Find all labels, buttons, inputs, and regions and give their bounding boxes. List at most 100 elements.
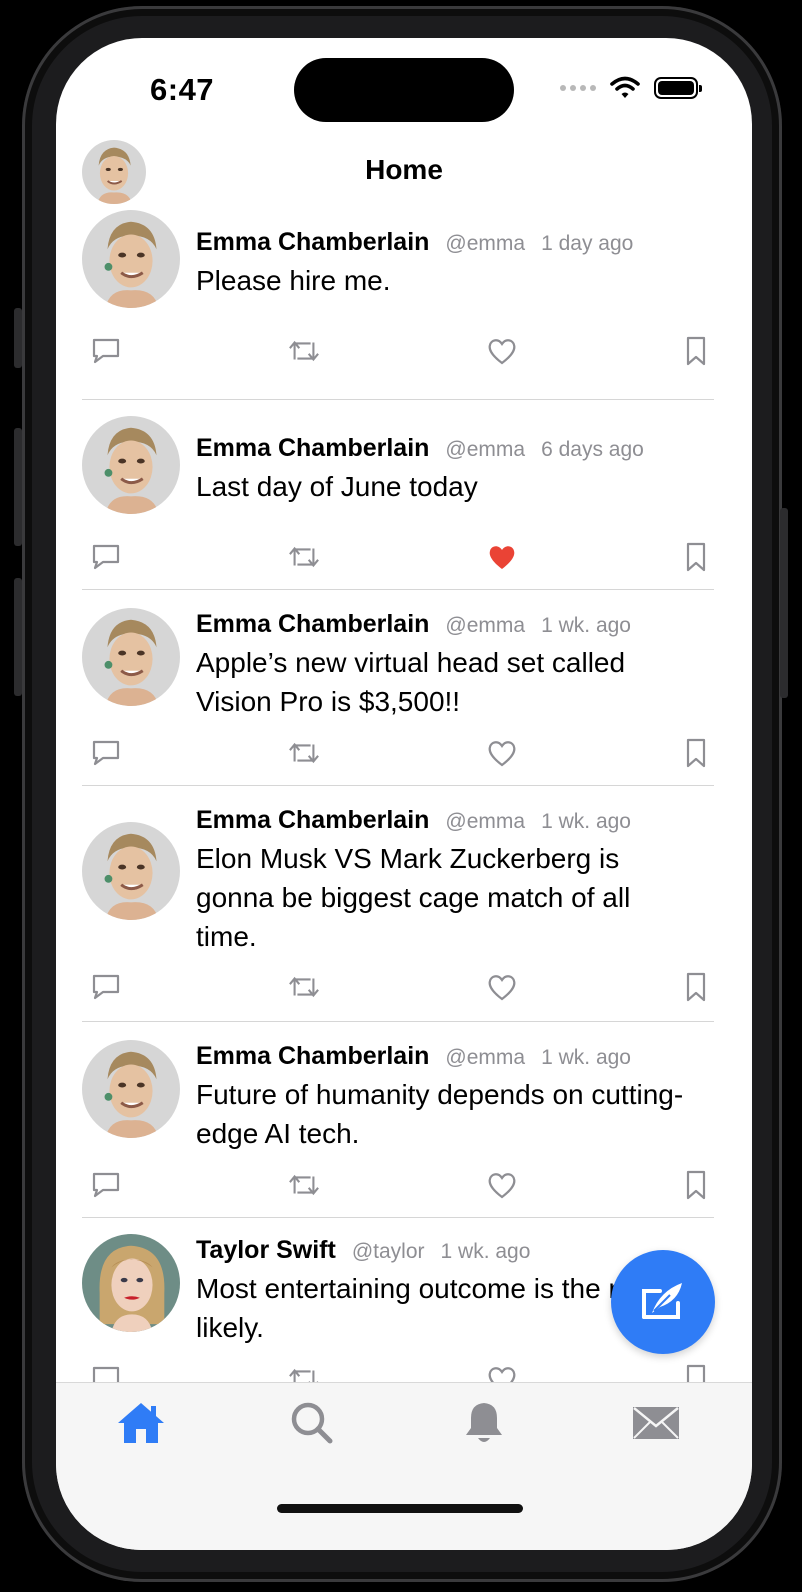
reply-button[interactable]: [90, 542, 122, 572]
reply-button[interactable]: [90, 336, 122, 366]
phone-side-button: [14, 578, 22, 696]
retweet-button[interactable]: [288, 542, 320, 572]
tweet-handle: @emma: [445, 810, 526, 833]
tweet-text: Last day of June today: [196, 471, 478, 502]
heart-icon: [488, 339, 516, 365]
status-bar: 6:47: [56, 38, 752, 138]
retweet-icon: [289, 546, 319, 568]
bookmark-icon: [686, 972, 706, 1002]
tweet-item[interactable]: Emma Chamberlain @emma 6 days ago Last d…: [82, 400, 714, 590]
comment-icon: [92, 974, 120, 1000]
bookmark-button[interactable]: [680, 738, 712, 768]
like-button[interactable]: [486, 1170, 518, 1200]
bell-icon: [466, 1403, 502, 1442]
tweet-author[interactable]: Emma Chamberlain: [196, 228, 429, 257]
bookmark-button[interactable]: [680, 1170, 712, 1200]
tweet-item[interactable]: Emma Chamberlain @emma 1 day ago Please …: [82, 210, 714, 400]
tweet-meta: Emma Chamberlain @emma 1 day ago: [196, 228, 714, 257]
tweet-item[interactable]: Emma Chamberlain @emma 1 wk. ago Apple’s…: [82, 590, 714, 786]
tweet-actions: [82, 972, 714, 1002]
tweet-item[interactable]: Emma Chamberlain @emma 1 wk. ago Future …: [82, 1022, 714, 1218]
compose-tweet-button[interactable]: [611, 1250, 715, 1354]
tweet-author[interactable]: Emma Chamberlain: [196, 610, 429, 639]
tweet-handle: @emma: [445, 232, 526, 255]
comment-icon: [92, 740, 120, 766]
home-indicator: [277, 1504, 523, 1513]
tab-messages[interactable]: [626, 1395, 686, 1451]
retweet-button[interactable]: [288, 738, 320, 768]
phone-side-button: [14, 308, 22, 368]
avatar[interactable]: [82, 1040, 180, 1138]
tweet-author[interactable]: Emma Chamberlain: [196, 806, 429, 835]
avatar[interactable]: [82, 1234, 180, 1332]
avatar[interactable]: [82, 210, 180, 308]
status-time: 6:47: [150, 72, 215, 107]
tweet-author[interactable]: Emma Chamberlain: [196, 1042, 429, 1071]
reply-button[interactable]: [90, 1170, 122, 1200]
envelope-icon: [633, 1407, 679, 1439]
avatar[interactable]: [82, 608, 180, 706]
cellular-signal-icon: [560, 85, 596, 91]
tweet-meta: Emma Chamberlain @emma 1 wk. ago: [196, 610, 714, 639]
tweet-author[interactable]: Emma Chamberlain: [196, 434, 429, 463]
dynamic-island: [294, 58, 514, 122]
tab-search[interactable]: [282, 1395, 342, 1451]
retweet-button[interactable]: [288, 1170, 320, 1200]
tab-notifications[interactable]: [454, 1395, 514, 1451]
nav-header: Home: [56, 138, 752, 210]
tweet-item[interactable]: Emma Chamberlain @emma 1 wk. ago Elon Mu…: [82, 786, 714, 1022]
avatar[interactable]: [82, 822, 180, 920]
tweet-text: Please hire me.: [196, 265, 391, 296]
bookmark-icon: [686, 738, 706, 768]
comment-icon: [92, 544, 120, 570]
tweet-timestamp: 1 wk. ago: [440, 1240, 531, 1263]
tweet-actions: [82, 336, 714, 366]
home-icon: [118, 1403, 164, 1443]
tweet-actions: [82, 542, 714, 572]
tab-bar: [56, 1382, 752, 1550]
heart-icon: [489, 546, 515, 569]
search-icon: [291, 1402, 333, 1444]
like-button[interactable]: [486, 972, 518, 1002]
tweet-handle: @emma: [445, 1046, 526, 1069]
reply-button[interactable]: [90, 738, 122, 768]
heart-icon: [488, 1173, 516, 1199]
tweet-text: Elon Musk VS Mark Zuckerberg is gonna be…: [196, 843, 631, 952]
retweet-icon: [289, 340, 319, 362]
heart-icon: [488, 741, 516, 767]
tweet-author[interactable]: Taylor Swift: [196, 1236, 336, 1265]
retweet-button[interactable]: [288, 336, 320, 366]
bookmark-icon: [686, 336, 706, 366]
bookmark-icon: [686, 542, 706, 572]
retweet-button[interactable]: [288, 972, 320, 1002]
bookmark-button[interactable]: [680, 336, 712, 366]
page-title: Home: [365, 154, 443, 185]
tweet-handle: @emma: [445, 614, 526, 637]
reply-button[interactable]: [90, 972, 122, 1002]
battery-icon: [654, 77, 702, 99]
phone-side-button: [780, 508, 788, 698]
tweet-text: Apple’s new virtual head set called Visi…: [196, 647, 626, 717]
tweet-timestamp: 1 wk. ago: [541, 1046, 631, 1069]
tweet-timestamp: 1 wk. ago: [541, 614, 631, 637]
tweet-handle: @emma: [445, 438, 526, 461]
tweet-meta: Emma Chamberlain @emma 1 wk. ago: [196, 1042, 714, 1071]
retweet-icon: [289, 1174, 319, 1196]
like-button[interactable]: [486, 542, 518, 572]
like-button[interactable]: [486, 738, 518, 768]
bookmark-button[interactable]: [680, 542, 712, 572]
tweet-meta: Emma Chamberlain @emma 6 days ago: [196, 434, 714, 463]
comment-icon: [92, 338, 120, 364]
phone-side-button: [14, 428, 22, 546]
retweet-icon: [289, 976, 319, 998]
bookmark-button[interactable]: [680, 972, 712, 1002]
tweet-timestamp: 1 wk. ago: [541, 810, 631, 833]
avatar[interactable]: [82, 416, 180, 514]
tweet-text: Future of humanity depends on cutting-ed…: [196, 1079, 684, 1149]
tweet-handle: @taylor: [351, 1240, 425, 1263]
tab-home[interactable]: [111, 1395, 171, 1451]
like-button[interactable]: [486, 336, 518, 366]
tweet-timestamp: 6 days ago: [541, 438, 644, 461]
wifi-icon: [610, 76, 640, 98]
tweet-actions: [82, 738, 714, 768]
